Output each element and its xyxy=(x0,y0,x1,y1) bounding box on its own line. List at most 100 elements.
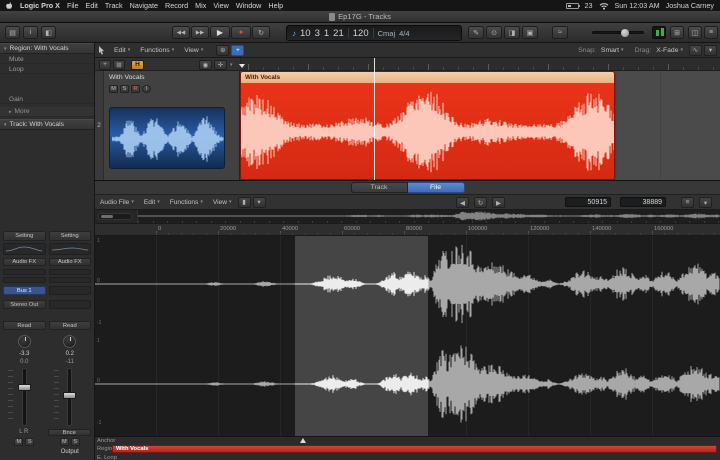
lcd-tick[interactable]: 21 xyxy=(333,28,344,39)
menu-track[interactable]: Track xyxy=(105,1,123,10)
audio-region[interactable]: With Vocals xyxy=(240,71,615,180)
inspector-toggle-button[interactable]: i xyxy=(23,26,38,39)
region-header[interactable]: With Vocals xyxy=(241,72,614,83)
track-header[interactable]: 2 With Vocals M S R I xyxy=(95,71,240,180)
volume-fader-left[interactable] xyxy=(3,368,46,426)
zoom-presets-button[interactable]: ▾ xyxy=(704,45,717,56)
waveform-zoom-button[interactable]: ∿ xyxy=(689,45,702,56)
editor-region-bar[interactable]: With Vocals xyxy=(112,445,717,453)
menu-file[interactable]: File xyxy=(67,1,79,10)
track-inspector-header[interactable]: ▾Track: With Vocals xyxy=(0,119,94,130)
volume-slider-knob[interactable] xyxy=(621,29,629,37)
track-solo-button[interactable]: S xyxy=(120,85,129,93)
duplicate-track-button[interactable]: ⊞ xyxy=(113,60,125,70)
send-slot-bus1[interactable]: Bus 1 xyxy=(3,286,46,295)
editor-play-button[interactable]: ▶ xyxy=(492,197,505,208)
solo-mode-button[interactable]: ◨ xyxy=(504,26,520,39)
editor-functions-menu[interactable]: Functions▾ xyxy=(165,199,208,206)
fader-knob[interactable] xyxy=(63,392,76,399)
track-zoom-chevron-icon[interactable]: ▾ xyxy=(230,62,233,68)
play-button[interactable]: ▶ xyxy=(210,26,230,39)
editor-tab-track[interactable]: Track xyxy=(351,182,408,193)
lcd-bar[interactable]: 10 xyxy=(300,28,311,39)
wifi-icon[interactable] xyxy=(599,2,609,10)
lcd-tempo[interactable]: 120 xyxy=(353,28,369,39)
selection-region[interactable] xyxy=(295,236,428,436)
channel-setting-button-right[interactable]: Setting xyxy=(49,231,92,241)
menu-view[interactable]: View xyxy=(213,1,228,10)
strip-solo-button-left[interactable]: S xyxy=(25,438,34,446)
fx-slot[interactable] xyxy=(49,277,92,283)
master-volume-slider[interactable] xyxy=(592,31,644,34)
snap-select[interactable]: Smart▾ xyxy=(596,47,629,54)
tuner-button[interactable]: ▣ xyxy=(522,26,538,39)
audio-file-menu[interactable]: Audio File▾ xyxy=(95,199,139,206)
editor-tool-menu-button[interactable]: ▾ xyxy=(253,197,266,208)
menu-clock[interactable]: Sun 12:03 AM xyxy=(615,1,660,10)
flex-button[interactable]: ≈ xyxy=(552,26,568,39)
track-name[interactable]: With Vocals xyxy=(109,74,145,81)
menu-user[interactable]: Joshua Carney xyxy=(666,1,714,10)
strip-mute-button-left[interactable]: M xyxy=(14,438,23,446)
output-slot-right[interactable] xyxy=(49,300,92,309)
output-slot-left[interactable]: Stereo Out xyxy=(3,300,46,309)
drag-select[interactable]: X-Fade▾ xyxy=(651,47,688,54)
menu-edit[interactable]: Edit xyxy=(86,1,98,10)
marquee-tool-button[interactable]: + xyxy=(231,45,244,56)
list-editors-button[interactable]: ⊞ xyxy=(670,26,684,39)
editor-edit-menu[interactable]: Edit▾ xyxy=(139,199,165,206)
region-inspector-header[interactable]: ▾Region: With Vocals xyxy=(0,43,94,54)
cycle-button[interactable]: ↻ xyxy=(252,26,270,39)
menu-window[interactable]: Window xyxy=(236,1,262,10)
pan-knob-right[interactable] xyxy=(63,335,76,348)
view-menu[interactable]: View▾ xyxy=(179,47,208,54)
rewind-button[interactable]: ◀◀ xyxy=(172,26,190,39)
strip-solo-button-right[interactable]: S xyxy=(71,438,80,446)
strip-mute-button-right[interactable]: M xyxy=(60,438,69,446)
lcd-key[interactable]: Cmaj xyxy=(378,29,396,38)
apple-menu-icon[interactable] xyxy=(6,1,13,10)
selection-start-display[interactable]: 50915 xyxy=(565,197,611,207)
audio-fx-label-right[interactable]: Audio FX xyxy=(49,258,92,266)
pencil-tool-button[interactable]: ✎ xyxy=(468,26,484,39)
track-record-button[interactable]: R xyxy=(131,85,140,93)
fx-slot[interactable] xyxy=(3,277,46,283)
editor-options-button[interactable]: ▾ xyxy=(699,197,712,208)
tracks-canvas[interactable]: With Vocals xyxy=(240,71,720,180)
toolbar-toggle-button[interactable]: ▤ xyxy=(5,26,20,39)
waveform-overview[interactable] xyxy=(137,210,720,223)
hide-tracks-button[interactable]: H xyxy=(131,60,144,70)
automation-mode-right[interactable]: Read xyxy=(49,321,92,330)
edit-menu[interactable]: Edit▾ xyxy=(109,47,135,54)
media-browser-button[interactable]: ◫ xyxy=(688,26,702,39)
track-input-monitor-button[interactable]: I xyxy=(142,85,151,93)
zoom-tool-button[interactable]: ⊙ xyxy=(486,26,502,39)
region-mute-row[interactable]: Mute xyxy=(0,55,94,64)
pointer-tool-icon[interactable] xyxy=(98,46,106,55)
fader-knob[interactable] xyxy=(18,384,31,391)
editor-view-menu[interactable]: View▾ xyxy=(208,199,237,206)
pan-knob-left[interactable] xyxy=(18,335,31,348)
audio-fx-label-left[interactable]: Audio FX xyxy=(3,258,46,266)
lcd-timesig[interactable]: 4/4 xyxy=(399,29,409,38)
waveform-zoom-widget[interactable] xyxy=(98,213,132,220)
bounce-button[interactable]: Bnce xyxy=(48,429,92,436)
catch-playhead-button[interactable]: ⊕ xyxy=(216,45,229,56)
menu-mix[interactable]: Mix xyxy=(195,1,206,10)
menu-help[interactable]: Help xyxy=(268,1,283,10)
automation-toggle-button[interactable]: ◉ xyxy=(199,60,212,70)
fx-slot[interactable] xyxy=(3,269,46,275)
selection-length-display[interactable]: 38889 xyxy=(620,197,666,207)
menu-record[interactable]: Record xyxy=(165,1,188,10)
lcd-division[interactable]: 1 xyxy=(324,28,329,39)
volume-fader-right[interactable] xyxy=(49,368,92,426)
fx-slot[interactable] xyxy=(49,269,92,275)
region-loop-row[interactable]: Loop xyxy=(0,65,94,74)
text-tool-button[interactable]: ▮ xyxy=(238,197,251,208)
record-button[interactable]: ● xyxy=(231,26,251,39)
editor-prev-button[interactable]: ◀ xyxy=(456,197,469,208)
automation-mode-left[interactable]: Read xyxy=(3,321,46,330)
channel-setting-button-left[interactable]: Setting xyxy=(3,231,46,241)
send-slot-empty[interactable] xyxy=(49,286,92,295)
functions-menu[interactable]: Functions▾ xyxy=(135,47,179,54)
